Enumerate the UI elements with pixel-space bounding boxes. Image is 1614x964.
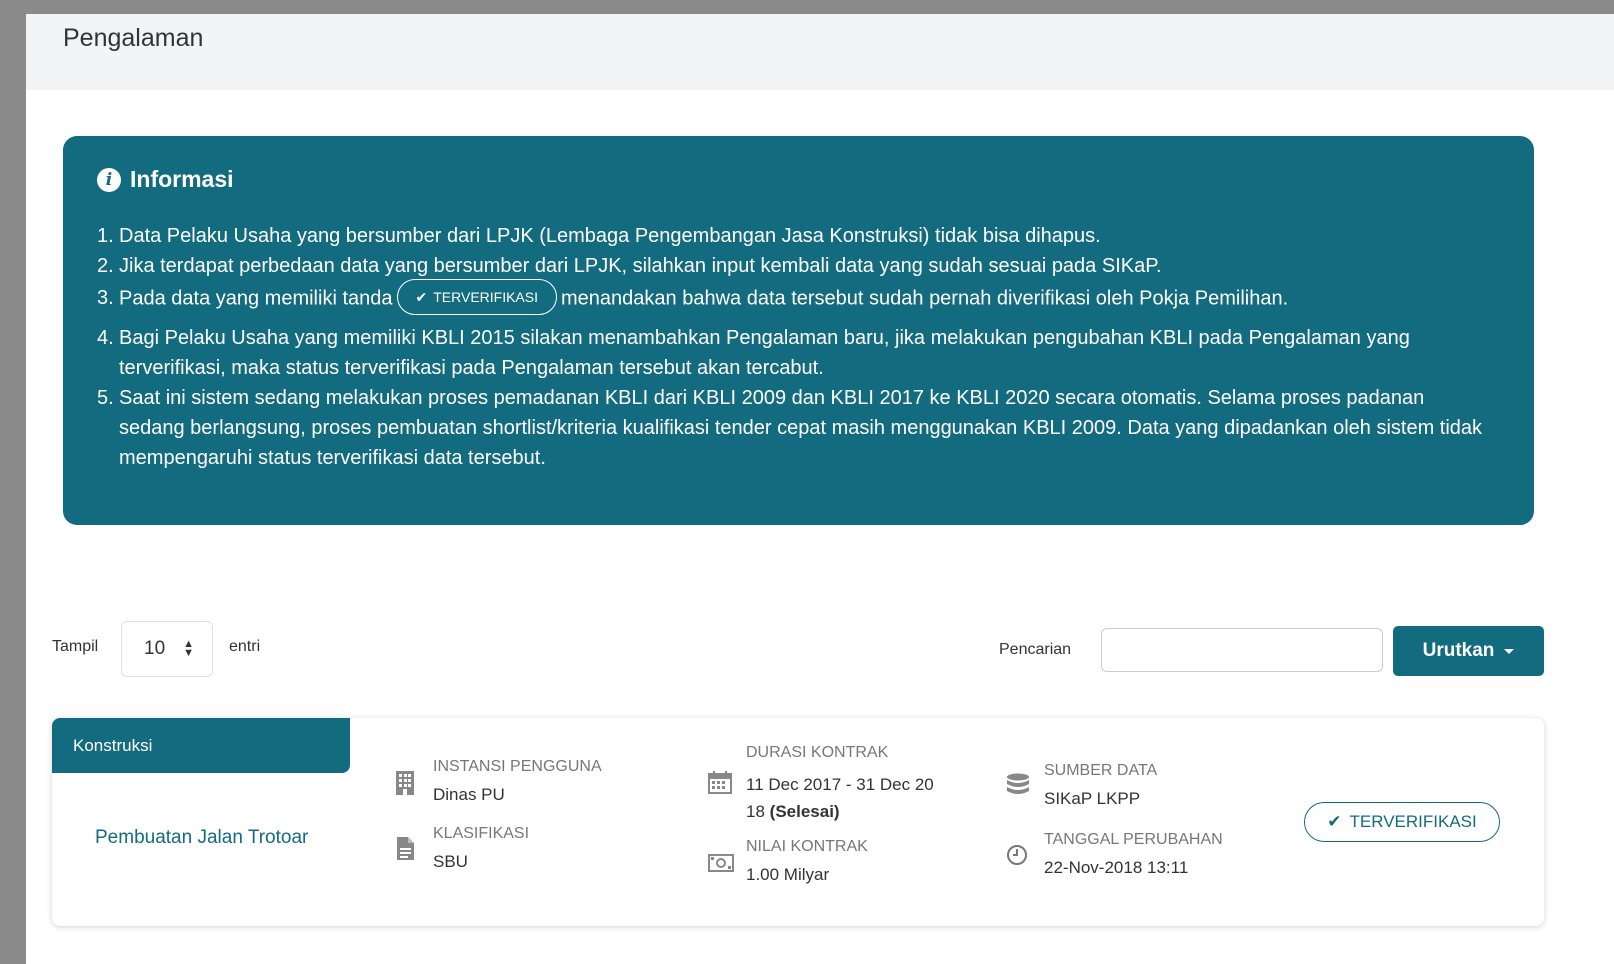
info-item-text: Data Pelaku Usaha yang bersumber dari LP… bbox=[119, 225, 1101, 247]
entries-label: entri bbox=[229, 638, 261, 655]
info-item-text: Bagi Pelaku Usaha yang memiliki KBLI 201… bbox=[119, 327, 1410, 379]
sumber-value: SIKaP LKPP bbox=[1044, 789, 1141, 808]
durasi-value: 11 Dec 2017 - 31 Dec 20 18 (Selesai) bbox=[746, 771, 934, 825]
klasifikasi-field: KLASIFIKASI SBU bbox=[433, 825, 529, 872]
nilai-field: NILAI KONTRAK 1.00 Milyar bbox=[746, 838, 868, 885]
page-size-value: 10 bbox=[144, 638, 166, 659]
sort-arrows-icon: ▲ ▼ bbox=[183, 638, 194, 659]
durasi-dates-cont: 18 bbox=[746, 802, 765, 821]
instansi-value: Dinas PU bbox=[433, 785, 505, 804]
page-content: Pengalaman i Informasi 1. Data Pelaku Usa… bbox=[26, 14, 1614, 964]
info-item: 2. Jika terdapat perbedaan data yang bers… bbox=[97, 251, 1484, 281]
database-icon bbox=[1007, 773, 1029, 794]
project-name[interactable]: Pembuatan Jalan Trotoar bbox=[95, 827, 308, 849]
building-icon bbox=[396, 771, 414, 795]
show-label: Tampil bbox=[52, 638, 99, 655]
info-item-number: 1. bbox=[97, 225, 114, 247]
info-item-text: menandakan bahwa data tersebut sudah per… bbox=[561, 287, 1289, 310]
info-item-number: 5. bbox=[97, 387, 114, 409]
tanggal-value: 22-Nov-2018 13:11 bbox=[1044, 858, 1189, 877]
money-icon bbox=[708, 854, 734, 872]
verified-status-label: TERVERIFIKASI bbox=[1349, 812, 1477, 831]
info-item-number: 2. bbox=[97, 255, 114, 277]
info-item: 3. Pada data yang memiliki tanda ✔ TERVERIF… bbox=[97, 279, 1484, 317]
sumber-label: SUMBER DATA bbox=[1044, 762, 1158, 779]
category-tab: Konstruksi bbox=[52, 718, 350, 773]
search-label: Pencarian bbox=[999, 641, 1072, 658]
window-frame-left bbox=[0, 0, 26, 964]
info-item-text: Jika terdapat perbedaan data yang bersum… bbox=[119, 255, 1162, 277]
info-panel: i Informasi 1. Data Pelaku Usaha yang ber… bbox=[63, 136, 1534, 525]
page-size-select[interactable]: 10 ▲ ▼ bbox=[121, 621, 213, 677]
info-icon: i bbox=[97, 167, 121, 192]
sort-button-label: Urutkan bbox=[1422, 640, 1495, 661]
sort-button[interactable]: Urutkan bbox=[1393, 626, 1544, 676]
info-item-number: 3. bbox=[97, 287, 114, 309]
window-frame-top bbox=[0, 0, 1614, 14]
verified-badge-example: ✔ TERVERIFIKASI bbox=[396, 279, 558, 315]
search-input[interactable] bbox=[1101, 628, 1383, 672]
info-item-number: 4. bbox=[97, 327, 114, 349]
info-list: 1. Data Pelaku Usaha yang bersumber dari … bbox=[97, 221, 1484, 473]
info-item: 1. Data Pelaku Usaha yang bersumber dari … bbox=[97, 221, 1484, 251]
info-heading: i Informasi bbox=[97, 166, 234, 193]
verified-status-button[interactable]: ✔ TERVERIFIKASI bbox=[1304, 802, 1500, 842]
check-icon: ✔ bbox=[1327, 812, 1342, 831]
durasi-status: (Selesai) bbox=[769, 802, 840, 821]
badge-label: TERVERIFIKASI bbox=[433, 289, 539, 305]
calendar-icon bbox=[708, 771, 732, 794]
instansi-field: INSTANSI PENGGUNA Dinas PU bbox=[433, 758, 602, 805]
check-icon: ✔ bbox=[415, 289, 428, 305]
tanggal-field: TANGGAL PERUBAHAN 22-Nov-2018 13:11 bbox=[1044, 831, 1223, 878]
info-item: 4. Bagi Pelaku Usaha yang memiliki KBLI 2… bbox=[97, 323, 1484, 383]
document-icon bbox=[397, 837, 414, 860]
nilai-label: NILAI KONTRAK bbox=[746, 838, 868, 855]
klasifikasi-label: KLASIFIKASI bbox=[433, 825, 530, 842]
info-item: 5. Saat ini sistem sedang melakukan prose… bbox=[97, 383, 1484, 473]
page-header: Pengalaman bbox=[26, 14, 1614, 90]
sumber-field: SUMBER DATA SIKaP LKPP bbox=[1044, 762, 1157, 809]
durasi-dates: 11 Dec 2017 - 31 Dec 20 bbox=[746, 775, 934, 794]
instansi-label: INSTANSI PENGGUNA bbox=[433, 758, 602, 775]
klasifikasi-value: SBU bbox=[433, 852, 468, 871]
clock-icon bbox=[1007, 845, 1027, 865]
durasi-field: DURASI KONTRAK 11 Dec 2017 - 31 Dec 20 1… bbox=[746, 744, 934, 825]
nilai-value: 1.00 Milyar bbox=[746, 865, 830, 884]
tanggal-label: TANGGAL PERUBAHAN bbox=[1044, 831, 1223, 848]
info-item-text: Pada data yang memiliki tanda bbox=[119, 287, 393, 310]
caret-down-icon bbox=[1504, 648, 1515, 654]
info-item-text: Saat ini sistem sedang melakukan proses … bbox=[119, 387, 1483, 469]
page-title: Pengalaman bbox=[63, 24, 204, 52]
experience-card: Konstruksi Pembuatan Jalan Trotoar INSTA… bbox=[52, 718, 1544, 926]
info-title: Informasi bbox=[130, 166, 234, 192]
durasi-label: DURASI KONTRAK bbox=[746, 744, 889, 761]
